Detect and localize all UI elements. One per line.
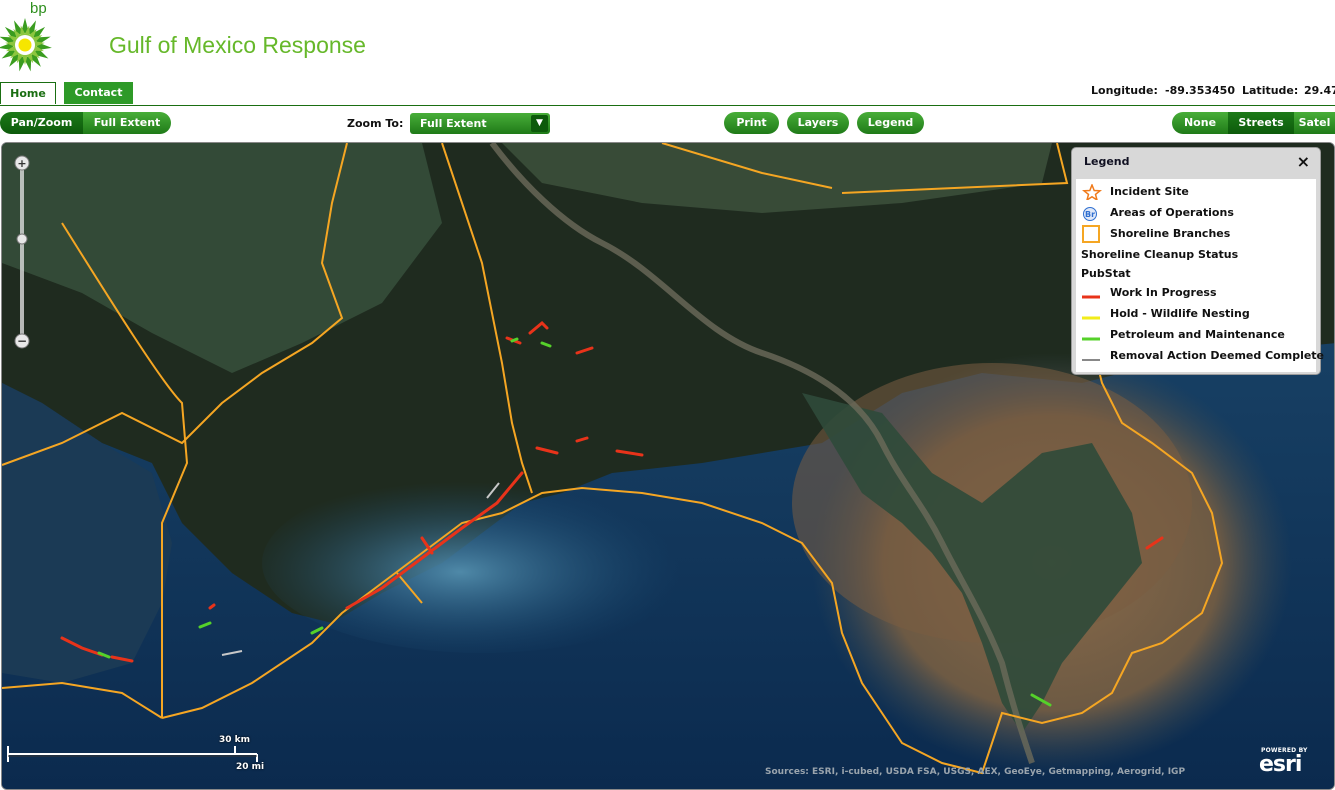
green-line-icon	[1082, 337, 1100, 341]
basemap-streets-button[interactable]: Streets	[1228, 112, 1294, 134]
legend-button[interactable]: Legend	[857, 112, 924, 134]
latitude-label: Latitude:	[1242, 84, 1299, 97]
layers-button[interactable]: Layers	[787, 112, 849, 134]
scale-bar: 30 km 20 mi	[7, 735, 267, 776]
tab-home[interactable]: Home	[0, 82, 56, 104]
bp-helios-logo-icon[interactable]	[0, 0, 56, 76]
legend-heading-pubstat: PubStat	[1076, 264, 1316, 284]
svg-text:−: −	[17, 334, 27, 348]
map-attribution: Sources: ESRI, i-cubed, USDA FSA, USGS, …	[765, 767, 1186, 777]
legend-item-label: Petroleum and Maintenance	[1110, 328, 1285, 341]
zoom-to-value: Full Extent	[420, 117, 487, 130]
latitude-value: 29.47	[1304, 84, 1335, 97]
legend-panel[interactable]: Legend × Incident Site Br Areas of Opera…	[1071, 147, 1324, 375]
yellow-line-icon	[1082, 316, 1100, 320]
scale-km-label: 30 km	[219, 735, 251, 745]
esri-wordmark: esri	[1259, 752, 1302, 777]
tab-contact[interactable]: Contact	[64, 82, 133, 104]
svg-text:Br: Br	[1085, 210, 1095, 219]
nav-divider	[0, 105, 1335, 106]
print-button[interactable]: Print	[724, 112, 779, 134]
legend-item-hold-wildlife: Hold - Wildlife Nesting	[1076, 304, 1316, 324]
scale-mi-label: 20 mi	[236, 762, 265, 772]
legend-item-incident-site: Incident Site	[1076, 182, 1316, 202]
zoom-slider-handle[interactable]	[16, 233, 28, 245]
legend-item-shoreline-branches: Shoreline Branches	[1076, 224, 1316, 244]
site-header: bp Gulf of Mexico Response	[0, 0, 497, 76]
legend-item-areas-of-operations: Br Areas of Operations	[1076, 203, 1316, 223]
legend-item-label: Hold - Wildlife Nesting	[1110, 307, 1250, 320]
square-outline-icon	[1082, 225, 1100, 243]
bp-logo-text: bp	[30, 0, 47, 17]
legend-title: Legend	[1084, 155, 1130, 168]
esri-logo[interactable]: POWERED BY esri	[1259, 746, 1313, 777]
longitude-value: -89.353450	[1165, 84, 1235, 97]
basemap-satellite-button[interactable]: Satel	[1294, 112, 1335, 134]
basemap-none-button[interactable]: None	[1172, 112, 1228, 134]
pan-zoom-button[interactable]: Pan/Zoom	[0, 112, 83, 134]
red-line-icon	[1082, 295, 1100, 299]
legend-item-petroleum: Petroleum and Maintenance	[1076, 325, 1316, 345]
black-line-icon	[1082, 359, 1100, 361]
legend-item-work-in-progress: Work In Progress	[1076, 283, 1316, 303]
chevron-down-icon[interactable]: ▼	[531, 115, 548, 132]
zoom-slider[interactable]: + −	[12, 155, 32, 351]
legend-item-removal-complete: Removal Action Deemed Complete	[1076, 346, 1324, 366]
page-title: Gulf of Mexico Response	[109, 32, 366, 58]
zoom-to-select[interactable]: Full Extent ▼	[410, 113, 550, 134]
star-icon	[1081, 184, 1103, 200]
br-icon: Br	[1083, 207, 1097, 221]
longitude-label: Longitude:	[1091, 84, 1158, 97]
zoom-to-label: Zoom To:	[347, 117, 404, 130]
legend-item-label: Incident Site	[1110, 185, 1189, 198]
legend-item-label: Work In Progress	[1110, 286, 1217, 299]
legend-heading-label: Shoreline Cleanup Status	[1081, 248, 1239, 261]
legend-item-label: Shoreline Branches	[1110, 227, 1231, 240]
legend-item-label: Removal Action Deemed Complete	[1110, 349, 1325, 362]
svg-text:+: +	[17, 157, 26, 170]
full-extent-button[interactable]: Full Extent	[83, 112, 171, 134]
legend-body: Incident Site Br Areas of Operations Sho…	[1076, 179, 1324, 372]
legend-heading-cleanup-status: Shoreline Cleanup Status	[1076, 245, 1316, 265]
legend-heading-label: PubStat	[1081, 267, 1131, 280]
legend-item-label: Areas of Operations	[1110, 206, 1234, 219]
close-icon[interactable]: ×	[1297, 152, 1310, 171]
